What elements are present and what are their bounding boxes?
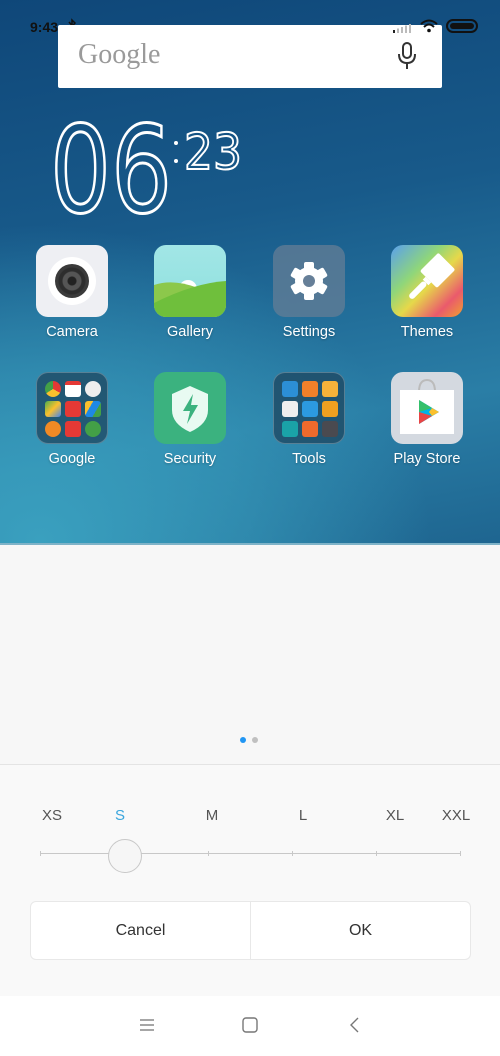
play-store-icon [391, 372, 463, 444]
app-label: Settings [282, 324, 336, 340]
size-option-s[interactable]: S [115, 807, 125, 824]
size-option-xxl[interactable]: XXL [442, 807, 470, 824]
messages-icon [282, 401, 298, 417]
clock-widget[interactable]: 06 23 [49, 101, 244, 243]
google-folder-icon [36, 372, 108, 444]
cancel-button[interactable]: Cancel [31, 902, 250, 959]
shield-bolt-icon [154, 372, 226, 444]
page-dot[interactable] [252, 737, 258, 743]
app-security[interactable]: Security [135, 372, 245, 467]
slider-tick [40, 851, 41, 856]
notes-icon [322, 381, 338, 397]
voice-search-icon [85, 381, 101, 397]
maps-icon [45, 401, 61, 417]
menu-icon[interactable] [138, 1016, 156, 1034]
app-label: Security [163, 451, 217, 467]
app-label: Camera [46, 324, 98, 340]
wifi-icon [420, 19, 438, 33]
google-logo: Google [78, 39, 161, 70]
gmail-icon [65, 381, 81, 397]
clock-hour: 06 [49, 101, 174, 243]
app-tools-folder[interactable]: Tools [254, 372, 364, 467]
battery-icon [446, 19, 478, 33]
contacts-icon [282, 381, 298, 397]
camera-icon [36, 245, 108, 317]
status-time: 9:43 [30, 19, 59, 35]
app-label: Gallery [167, 324, 213, 340]
size-slider-thumb[interactable] [108, 839, 142, 873]
play-movies-icon [65, 421, 81, 437]
notes-n-icon [322, 421, 338, 437]
app-settings[interactable]: Settings [254, 245, 364, 340]
google-search-widget[interactable]: Google [58, 25, 442, 88]
app-themes[interactable]: Themes [372, 245, 482, 340]
page-dot-active[interactable] [240, 737, 246, 743]
slider-tick [376, 851, 377, 856]
paintbrush-icon [391, 245, 463, 317]
youtube-icon [65, 401, 81, 417]
app-google-folder[interactable]: Google [17, 372, 127, 467]
app-gallery[interactable]: Gallery [135, 245, 245, 340]
play-music-icon [45, 421, 61, 437]
navigation-bar [0, 996, 500, 1056]
calculator-icon [302, 381, 318, 397]
size-option-xs[interactable]: XS [42, 807, 62, 824]
icon-size-sheet: XS S M L XL XXL Cancel OK [0, 764, 500, 996]
clock-minute: 23 [174, 124, 243, 174]
slider-tick [460, 851, 461, 856]
drive-icon [85, 401, 101, 417]
back-icon[interactable] [346, 1016, 364, 1034]
clock-app-icon [322, 401, 338, 417]
ok-button[interactable]: OK [250, 902, 470, 959]
slider-tick [208, 851, 209, 856]
app-label: Play Store [393, 451, 461, 467]
svg-text:06: 06 [50, 120, 172, 220]
video-icon [302, 421, 318, 437]
dialog-buttons: Cancel OK [30, 901, 471, 960]
size-option-l[interactable]: L [299, 807, 307, 824]
page-indicator [240, 737, 258, 743]
mic-icon[interactable] [396, 41, 418, 71]
size-slider-track[interactable] [40, 853, 460, 854]
tools-folder-icon [273, 372, 345, 444]
slider-tick [292, 851, 293, 856]
hangouts-icon [85, 421, 101, 437]
app-label: Google [48, 451, 96, 467]
size-option-xl[interactable]: XL [386, 807, 404, 824]
app-label: Tools [292, 451, 326, 467]
signal-icon [393, 24, 411, 33]
gallery-icon [154, 245, 226, 317]
app-label: Themes [400, 324, 454, 340]
app-play-store[interactable]: Play Store [372, 372, 482, 467]
size-option-m[interactable]: M [206, 807, 219, 824]
updater-icon [302, 401, 318, 417]
recorder-icon [282, 421, 298, 437]
svg-text:23: 23 [184, 124, 242, 174]
home-icon[interactable] [241, 1016, 259, 1034]
app-camera[interactable]: Camera [17, 245, 127, 340]
chrome-icon [45, 381, 61, 397]
gear-icon [273, 245, 345, 317]
